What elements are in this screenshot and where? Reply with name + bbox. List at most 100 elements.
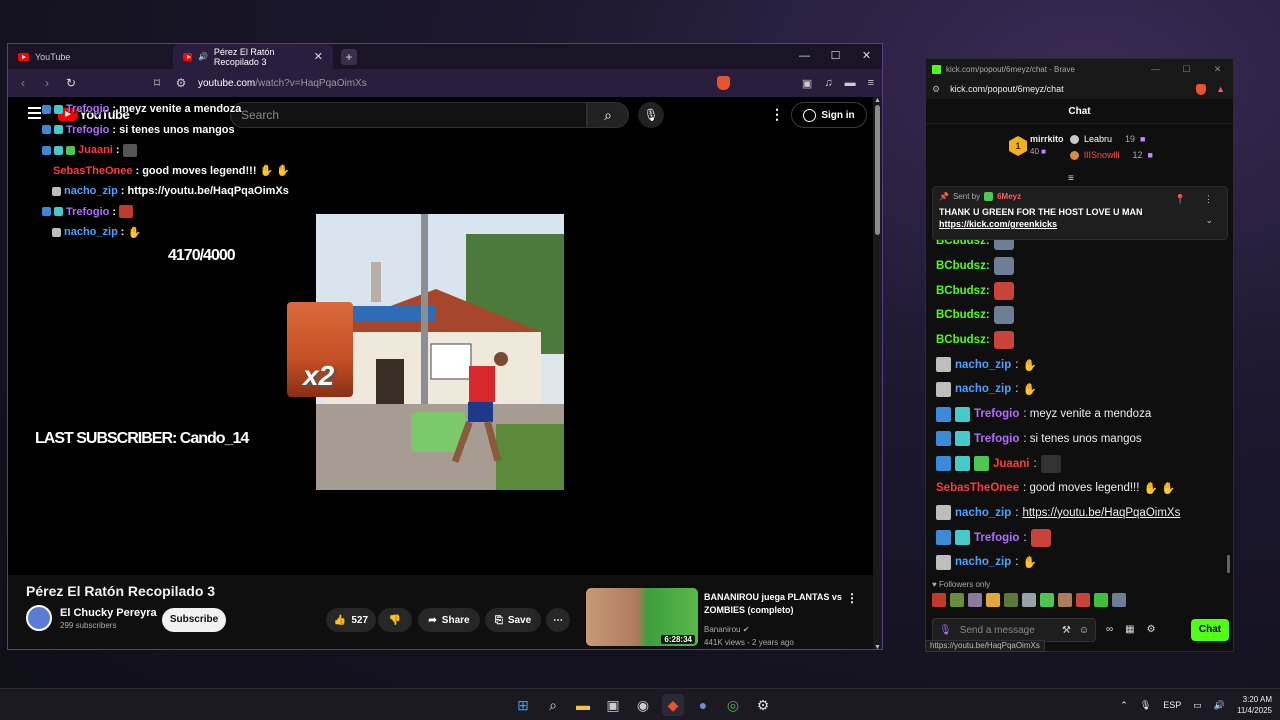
chat-username[interactable]: Juaani (993, 458, 1029, 470)
emote-icon[interactable] (1058, 593, 1072, 607)
store-icon[interactable]: ▣ (602, 694, 624, 716)
scroll-up-icon[interactable]: ▲ (874, 97, 881, 104)
send-chat-button[interactable]: Chat (1191, 619, 1229, 641)
pinned-menu-icon[interactable]: ⋮ (1204, 194, 1213, 205)
emoji-icon[interactable]: ☺ (1079, 625, 1089, 636)
video-player[interactable]: YouTube Search ⌕ 🎙 ⋮ Sign in Trefogio: m… (8, 97, 874, 575)
site-info-icon[interactable]: ⚙ (932, 84, 940, 95)
chat-username[interactable]: Trefogio (974, 408, 1019, 420)
kicks-icon[interactable]: ∞ (1106, 624, 1113, 635)
pinned-sender-name[interactable]: 6Meyz (997, 192, 1021, 201)
maximize-button[interactable]: ☐ (820, 44, 851, 69)
obs-icon[interactable]: ◉ (632, 694, 654, 716)
language-indicator[interactable]: ESP (1163, 700, 1181, 710)
emote-icon[interactable] (932, 593, 946, 607)
emote-icon[interactable] (1040, 593, 1054, 607)
channel-name[interactable]: El Chucky Pereyra (60, 607, 157, 619)
chat-scrollbar[interactable] (1227, 555, 1230, 573)
recommended-video[interactable]: 6:28:34 BANANIROU juega PLANTAS vs ZOMBI… (586, 588, 866, 648)
forward-icon[interactable]: › (40, 76, 54, 90)
emote-icon[interactable] (986, 593, 1000, 607)
menu-icon[interactable]: ≡ (868, 77, 874, 89)
unpin-icon[interactable]: 📍 (1175, 194, 1186, 205)
sign-in-button[interactable]: Sign in (791, 102, 867, 128)
wallet-icon[interactable]: ▬ (845, 77, 856, 89)
file-explorer-icon[interactable]: ▬ (572, 694, 594, 716)
leaderboard-expand-icon[interactable]: ≡ (1068, 173, 1074, 184)
recommended-thumbnail[interactable]: 6:28:34 (586, 588, 698, 646)
sidebar-icon[interactable]: ▣ (802, 77, 812, 90)
chat-username[interactable]: nacho_zip (955, 359, 1011, 371)
minimize-button[interactable]: — (789, 44, 820, 69)
like-button[interactable]: 👍 527 (326, 608, 376, 632)
chat-input[interactable]: 🎙 Send a message ⚒ ☺ (932, 618, 1096, 642)
reload-icon[interactable]: ↻ (64, 76, 78, 90)
chat-username[interactable]: nacho_zip (955, 383, 1011, 395)
recommended-title[interactable]: BANANIROU juega PLANTAS vs ZOMBIES (comp… (704, 591, 844, 617)
chat-username[interactable]: BCbudsz: (936, 334, 990, 346)
emote-icon[interactable] (950, 593, 964, 607)
chat-username[interactable]: BCbudsz: (936, 285, 990, 297)
windows-start-icon[interactable]: ⊞ (512, 694, 534, 716)
chat-username[interactable]: BCbudsz: (936, 260, 990, 272)
new-tab-button[interactable]: + (341, 48, 357, 65)
more-actions-button[interactable]: ⋯ (546, 608, 570, 632)
chevron-up-icon[interactable]: ⌃ (1120, 700, 1128, 711)
settings-gear-icon[interactable]: ⚙ (752, 694, 774, 716)
voice-search-button[interactable]: 🎙 (638, 102, 664, 128)
discord-icon[interactable]: ● (692, 694, 714, 716)
close-window-button[interactable]: ✕ (1202, 59, 1233, 79)
back-icon[interactable]: ‹ (16, 76, 30, 90)
chevron-down-icon[interactable]: ⌄ (1205, 215, 1213, 226)
kick-url[interactable]: kick.com/popout/6meyz/chat (950, 84, 1064, 94)
emote-icon[interactable] (1094, 593, 1108, 607)
scrollbar-thumb[interactable] (875, 105, 880, 235)
page-scrollbar[interactable]: ▲ ▼ (873, 97, 882, 649)
brave-rewards-icon[interactable]: ▲ (1216, 84, 1225, 95)
media-icon[interactable]: ♫ (824, 77, 832, 89)
emote-icon[interactable] (1076, 593, 1090, 607)
save-button[interactable]: ⎘ Save (485, 608, 541, 632)
settings-menu-icon[interactable]: ⋮ (770, 106, 784, 123)
chat-username[interactable]: nacho_zip (955, 556, 1011, 568)
pinned-link[interactable]: https://kick.com/greenkicks (939, 219, 1221, 229)
commands-icon[interactable]: ⚒ (1062, 625, 1071, 636)
emote-icon[interactable] (1022, 593, 1036, 607)
dislike-button[interactable]: 👎 (378, 608, 412, 632)
network-icon[interactable]: ▭ (1193, 700, 1202, 711)
channel-avatar[interactable] (26, 605, 52, 631)
chat-username[interactable]: SebasTheOnee (936, 482, 1019, 494)
hamburger-menu-icon[interactable] (28, 107, 41, 122)
chat-link[interactable]: https://youtu.be/HaqPqaOimXs (1022, 507, 1180, 519)
chat-username[interactable]: BCbudsz: (936, 309, 990, 321)
maximize-button[interactable]: ☐ (1171, 59, 1202, 79)
emote-icon[interactable] (1112, 593, 1126, 607)
chat-username[interactable]: Trefogio (974, 532, 1019, 544)
share-button[interactable]: ➦ Share (418, 608, 480, 632)
site-info-icon[interactable]: ⚙ (174, 76, 188, 90)
emote-icon[interactable] (1004, 593, 1018, 607)
microphone-icon[interactable]: 🎙 (939, 625, 952, 636)
search-button[interactable]: ⌕ (587, 102, 629, 128)
emote-icon[interactable] (968, 593, 982, 607)
store-icon[interactable]: ▦ (1125, 624, 1134, 635)
chat-username[interactable]: Trefogio (974, 433, 1019, 445)
search-icon[interactable]: ⌕ (542, 694, 564, 716)
chrome-icon[interactable]: ◎ (722, 694, 744, 716)
brave-shields-icon[interactable] (716, 76, 730, 90)
recommended-channel[interactable]: Bananirou (704, 625, 740, 634)
tab-video[interactable]: 🔊 Pérez El Ratón Recopilado 3 ✕ (173, 44, 333, 69)
microphone-icon[interactable]: 🎙 (1140, 700, 1151, 711)
volume-icon[interactable]: 🔊 (1214, 700, 1225, 711)
minimize-button[interactable]: — (1140, 59, 1171, 79)
scroll-down-icon[interactable]: ▼ (874, 644, 881, 649)
subscribe-button[interactable]: Subscribe (162, 608, 226, 632)
tab-youtube[interactable]: YouTube (8, 44, 173, 69)
chat-username[interactable]: nacho_zip (955, 507, 1011, 519)
url-field[interactable]: youtube.com/watch?v=HaqPqaOimXs (198, 78, 367, 89)
bookmark-icon[interactable]: ⌑ (150, 76, 164, 90)
tab-close-icon[interactable]: ✕ (314, 50, 323, 63)
brave-shields-icon[interactable] (1196, 83, 1207, 95)
settings-gear-icon[interactable]: ⚙ (1147, 624, 1156, 635)
recommended-menu-icon[interactable]: ⋮ (846, 591, 858, 605)
